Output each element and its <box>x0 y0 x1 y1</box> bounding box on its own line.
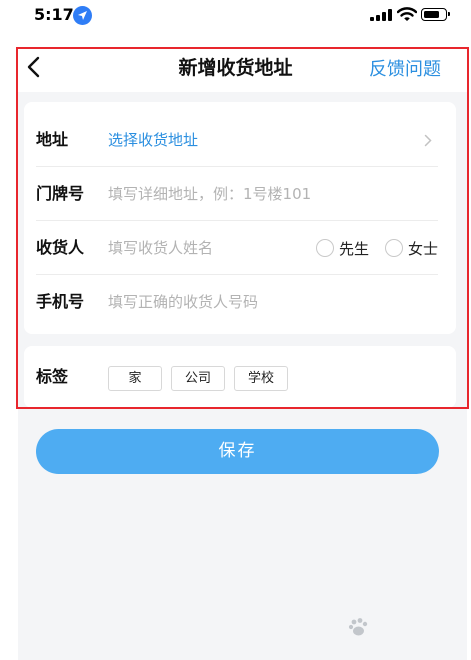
tag-company[interactable]: 公司 <box>171 366 225 391</box>
chevron-right-icon <box>424 134 432 147</box>
recipient-name-input[interactable]: 填写收货人姓名 <box>108 221 213 275</box>
wifi-icon <box>396 7 418 26</box>
status-bar: 5:17 <box>0 0 471 34</box>
tags-label: 标签 <box>36 367 69 386</box>
tag-school[interactable]: 学校 <box>234 366 288 391</box>
door-number-label: 门牌号 <box>36 184 85 203</box>
location-arrow-icon <box>73 6 92 25</box>
recipient-label: 收货人 <box>36 238 85 257</box>
address-label: 地址 <box>36 130 69 149</box>
door-number-input[interactable]: 填写详细地址，例：1号楼101 <box>108 167 311 221</box>
door-number-row: 门牌号 填写详细地址，例：1号楼101 <box>36 167 438 221</box>
radio-circle-icon <box>385 239 403 257</box>
radio-circle-icon <box>316 239 334 257</box>
watermark <box>348 608 448 648</box>
radio-ms-label: 女士 <box>408 239 439 258</box>
battery-icon <box>421 8 450 21</box>
signal-icon <box>370 9 392 21</box>
address-row[interactable]: 地址 选择收货地址 <box>36 113 438 167</box>
feedback-link[interactable]: 反馈问题 <box>369 55 441 81</box>
baidu-paw-icon <box>348 618 368 636</box>
recipient-row: 收货人 填写收货人姓名 先生 女士 <box>36 221 438 275</box>
tag-home[interactable]: 家 <box>108 366 162 391</box>
status-time: 5:17 <box>34 5 74 24</box>
address-select[interactable]: 选择收货地址 <box>108 113 198 167</box>
radio-mr[interactable]: 先生 <box>316 221 369 275</box>
phone-input[interactable]: 填写正确的收货人号码 <box>108 275 258 329</box>
phone-label: 手机号 <box>36 292 85 311</box>
phone-row: 手机号 填写正确的收货人号码 <box>36 275 438 329</box>
radio-ms[interactable]: 女士 <box>385 221 438 275</box>
radio-mr-label: 先生 <box>339 239 370 258</box>
save-button[interactable]: 保存 <box>36 429 439 474</box>
